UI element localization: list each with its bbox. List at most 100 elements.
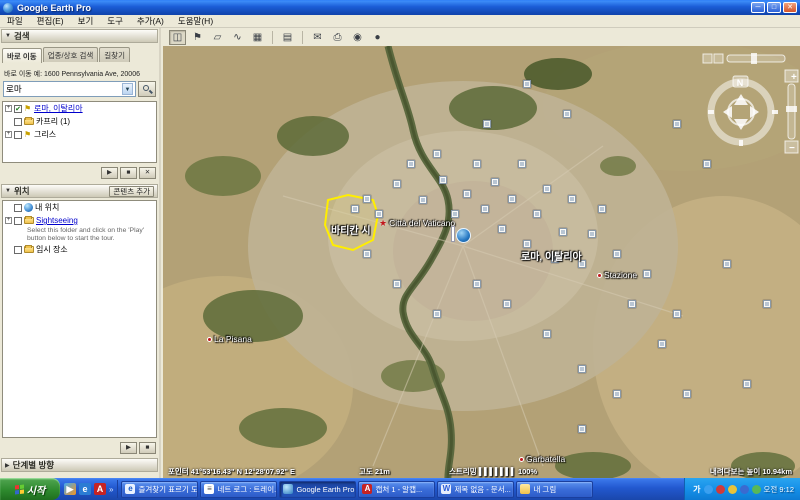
photo-poi-icon[interactable]: [419, 196, 427, 204]
taskbar-button[interactable]: W제목 없음 - 문서...: [437, 481, 514, 498]
tab-1[interactable]: 업종/상호 검색: [43, 47, 99, 62]
photo-poi-icon[interactable]: [481, 205, 489, 213]
expander-icon[interactable]: +: [5, 131, 12, 138]
photo-poi-icon[interactable]: [613, 250, 621, 258]
photo-poi-icon[interactable]: [375, 210, 383, 218]
taskbar-button[interactable]: Google Earth Pro ...: [279, 481, 356, 498]
minimize-button[interactable]: ─: [751, 2, 765, 13]
quick-launch-overflow-chevron[interactable]: »: [109, 485, 113, 494]
tab-2[interactable]: 길찾기: [99, 47, 130, 62]
add-image-overlay-icon[interactable]: ▦: [249, 30, 266, 45]
checkbox[interactable]: [14, 131, 22, 139]
photo-poi-icon[interactable]: [473, 160, 481, 168]
checkbox[interactable]: [14, 204, 22, 212]
tree-row[interactable]: 내 위치: [3, 201, 156, 214]
menu-보기[interactable]: 보기: [71, 15, 101, 28]
play-tour-button[interactable]: ▶: [101, 167, 118, 179]
search-button[interactable]: [138, 81, 156, 97]
messenger-icon[interactable]: [740, 485, 749, 494]
tree-item-label[interactable]: Sightseeing: [36, 216, 78, 225]
start-button[interactable]: 시작: [0, 478, 60, 500]
view-in-google-maps-icon[interactable]: ◉: [349, 30, 366, 45]
red-dot-marker[interactable]: [519, 457, 524, 462]
photo-poi-icon[interactable]: [523, 240, 531, 248]
tree-row[interactable]: 카프리 (1): [3, 115, 156, 128]
photo-poi-icon[interactable]: [559, 228, 567, 236]
photo-poi-icon[interactable]: [473, 280, 481, 288]
tree-item-label[interactable]: 로마, 이탈리아: [34, 103, 83, 114]
add-content-button[interactable]: 콘텐츠 추가: [109, 186, 154, 197]
tree-item-label[interactable]: 그리스: [34, 129, 56, 140]
stop-tour-button[interactable]: ■: [139, 442, 156, 454]
photo-poi-icon[interactable]: [578, 425, 586, 433]
photo-poi-icon[interactable]: [598, 205, 606, 213]
photo-poi-icon[interactable]: [508, 195, 516, 203]
print-icon[interactable]: ⎙: [329, 30, 346, 45]
photo-poi-icon[interactable]: [483, 120, 491, 128]
photo-poi-icon[interactable]: [703, 160, 711, 168]
taskbar-button[interactable]: 내 그림: [516, 481, 593, 498]
photo-poi-icon[interactable]: [451, 210, 459, 218]
email-icon[interactable]: ✉: [309, 30, 326, 45]
tree-row[interactable]: +✔⚑로마, 이탈리아: [3, 102, 156, 115]
photo-poi-icon[interactable]: [407, 160, 415, 168]
directions-panel-header[interactable]: ▶ 단계별 방향: [1, 458, 158, 472]
places-panel-header[interactable]: ▼ 위치 콘텐츠 추가: [1, 184, 158, 198]
taskbar-button[interactable]: ≡네트 로그 : 트레이...: [200, 481, 277, 498]
window-titlebar[interactable]: Google Earth Pro ─ □ ✕: [0, 0, 800, 15]
tree-item-label[interactable]: 내 위치: [35, 202, 59, 213]
media-player-icon[interactable]: ▶: [64, 483, 76, 495]
add-polygon-icon[interactable]: ▱: [209, 30, 226, 45]
checkbox[interactable]: [14, 246, 22, 254]
photo-poi-icon[interactable]: [363, 250, 371, 258]
photo-poi-icon[interactable]: [523, 80, 531, 88]
photo-poi-icon[interactable]: [743, 380, 751, 388]
antivirus-icon[interactable]: [752, 485, 761, 494]
photo-poi-icon[interactable]: [568, 195, 576, 203]
menu-도움말(H)[interactable]: 도움말(H): [171, 15, 220, 28]
measure-icon[interactable]: ▤: [279, 30, 296, 45]
photo-poi-icon[interactable]: [673, 310, 681, 318]
taskbar-button[interactable]: A캡처 1 - 알캡...: [358, 481, 435, 498]
tab-0[interactable]: 바로 이동: [2, 48, 42, 63]
photo-poi-icon[interactable]: [578, 365, 586, 373]
close-button[interactable]: ✕: [783, 2, 797, 13]
tree-row[interactable]: 임시 장소: [3, 243, 156, 256]
tree-row[interactable]: + Sightseeing: [3, 214, 156, 227]
hide-sidebar-icon[interactable]: ◫: [169, 30, 186, 45]
red-dot-marker[interactable]: [207, 337, 212, 342]
map-view[interactable]: N + − 바티칸 시★Città del Vaticano로마, 이탈리아St…: [163, 46, 800, 478]
tree-item-label[interactable]: 임시 장소: [36, 244, 68, 255]
search-input[interactable]: 로마 ▼: [3, 81, 136, 97]
photo-poi-icon[interactable]: [518, 160, 526, 168]
photo-poi-icon[interactable]: [643, 270, 651, 278]
photo-poi-icon[interactable]: [393, 280, 401, 288]
network-icon[interactable]: [704, 485, 713, 494]
menu-추가(A)[interactable]: 추가(A): [130, 15, 171, 28]
taskbar-button[interactable]: e즐겨찾기 표르기 도...: [121, 481, 198, 498]
expander-icon[interactable]: +: [5, 217, 12, 224]
play-tour-button[interactable]: ▶: [120, 442, 137, 454]
clear-results-button[interactable]: ✕: [139, 167, 156, 179]
adobe-icon[interactable]: A: [94, 483, 106, 495]
search-panel-header[interactable]: ▼ 검색: [1, 29, 158, 43]
photo-poi-icon[interactable]: [658, 340, 666, 348]
photo-poi-icon[interactable]: [433, 150, 441, 158]
photo-poi-icon[interactable]: [503, 300, 511, 308]
menu-도구[interactable]: 도구: [100, 15, 130, 28]
tree-row[interactable]: +⚑그리스: [3, 128, 156, 141]
maximize-button[interactable]: □: [767, 2, 781, 13]
update-icon[interactable]: [728, 485, 737, 494]
photo-poi-icon[interactable]: [543, 330, 551, 338]
photo-poi-icon[interactable]: [613, 390, 621, 398]
menu-편집(E)[interactable]: 편집(E): [30, 15, 71, 28]
photo-poi-icon[interactable]: [763, 300, 771, 308]
photo-poi-icon[interactable]: [683, 390, 691, 398]
photo-poi-icon[interactable]: [563, 110, 571, 118]
photo-poi-icon[interactable]: [433, 310, 441, 318]
checkbox[interactable]: [14, 118, 22, 126]
photo-poi-icon[interactable]: [393, 180, 401, 188]
security-alert-icon[interactable]: [716, 485, 725, 494]
internet-explorer-icon[interactable]: e: [79, 483, 91, 495]
photo-poi-icon[interactable]: [491, 178, 499, 186]
